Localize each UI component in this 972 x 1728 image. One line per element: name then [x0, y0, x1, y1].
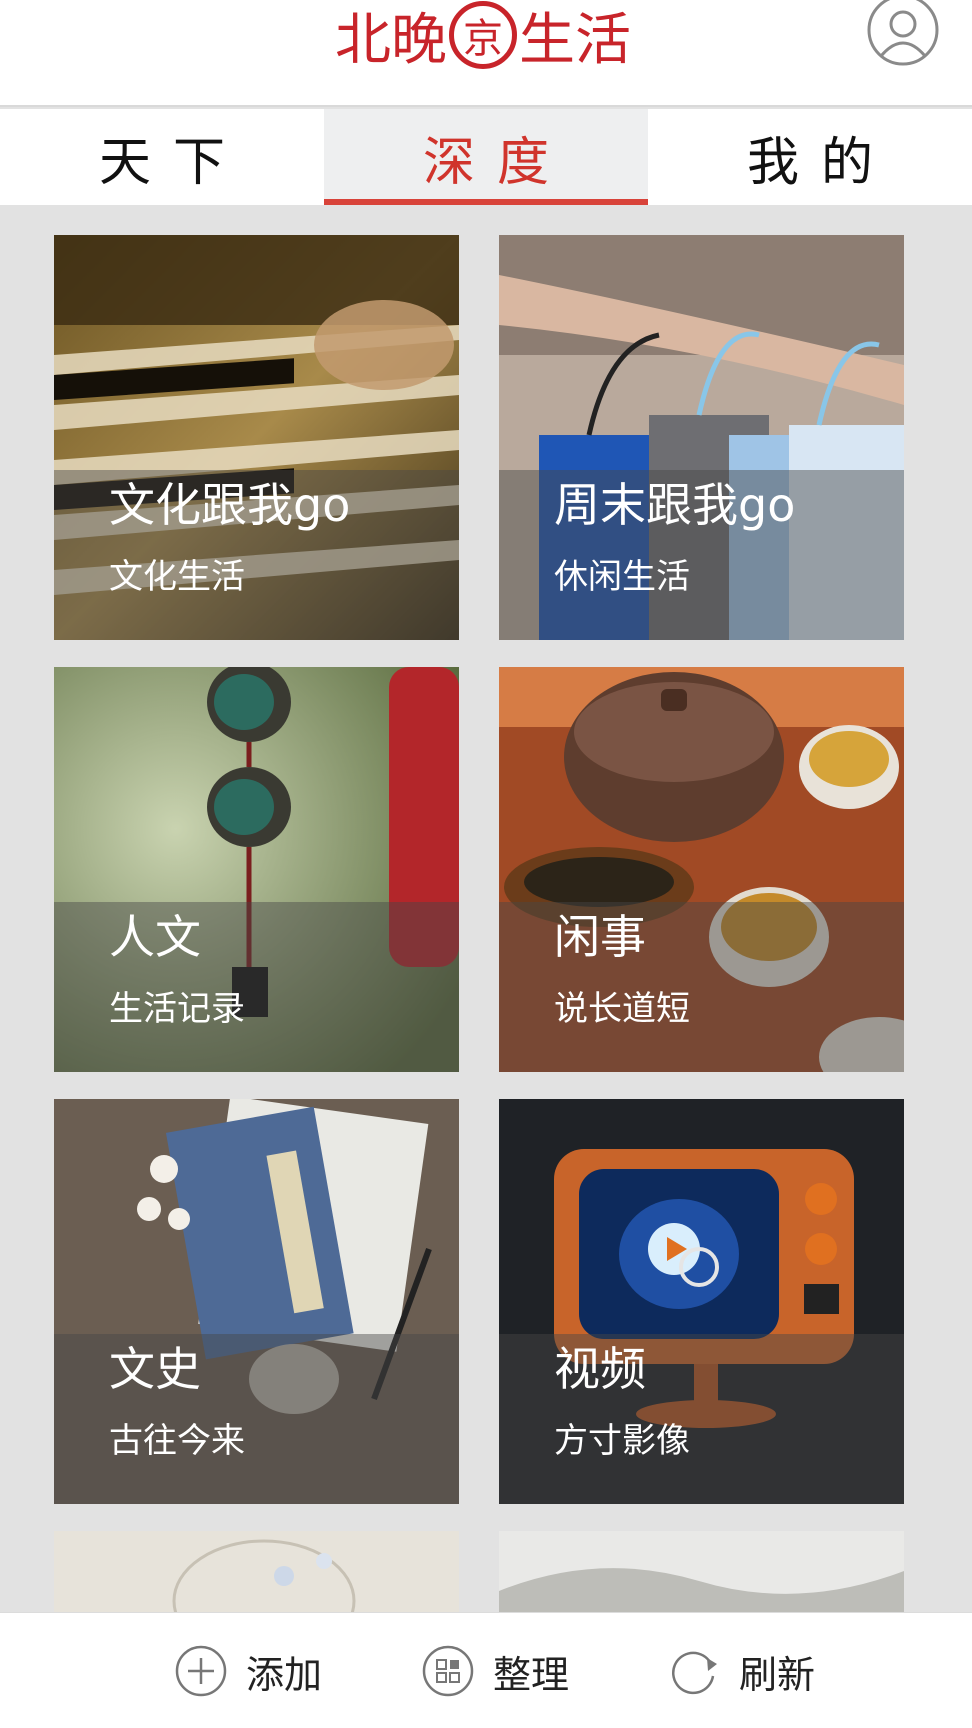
refresh-label: 刷新 — [739, 1652, 816, 1697]
organize-button[interactable]: 整理 — [421, 1643, 569, 1699]
channel-card-partial-right[interactable] — [499, 1531, 904, 1612]
logo-circled-char: 京 — [449, 1, 517, 69]
add-label: 添加 — [246, 1652, 323, 1697]
card-title: 闲事 — [554, 910, 646, 964]
card-subtitle: 古往今来 — [109, 1421, 245, 1461]
tab-shendu[interactable]: 深度 — [324, 109, 648, 205]
channel-card-video[interactable]: 视频 方寸影像 — [499, 1099, 904, 1504]
channel-card-chat[interactable]: 闲事 说长道短 — [499, 667, 904, 1072]
add-button[interactable]: 添加 — [174, 1643, 322, 1699]
tab-wode[interactable]: 我的 — [648, 109, 972, 205]
landscape-image — [499, 1531, 904, 1612]
card-subtitle: 文化生活 — [109, 557, 245, 597]
flower-vase-image — [54, 1531, 459, 1612]
bottom-toolbar: 添加 整理 刷新 — [0, 1612, 972, 1728]
card-title: 文化跟我go — [109, 478, 351, 532]
grid-circle-icon — [422, 1645, 474, 1697]
tab-tianxia[interactable]: 天下 — [0, 109, 324, 205]
refresh-icon — [671, 1651, 717, 1695]
plus-circle-icon — [175, 1645, 227, 1697]
card-title: 人文 — [109, 910, 201, 964]
channel-card-humanities[interactable]: 人文 生活记录 — [54, 667, 459, 1072]
card-subtitle: 生活记录 — [109, 989, 245, 1029]
app-logo: 北晚 京 生活 — [335, 0, 631, 73]
logo-text-after: 生活 — [519, 7, 631, 73]
top-tabs: 天下 深度 我的 — [0, 109, 972, 205]
card-subtitle: 方寸影像 — [554, 1421, 690, 1461]
channel-card-culture[interactable]: 文化跟我go 文化生活 — [54, 235, 459, 640]
refresh-button[interactable]: 刷新 — [667, 1643, 815, 1699]
channel-card-history[interactable]: 文史 古往今来 — [54, 1099, 459, 1504]
app-header: 北晚 京 生活 — [0, 0, 972, 107]
channel-grid: 文化跟我go 文化生活 周末跟我go 休闲生活 人文 生活记录 闲事 说长道短 … — [0, 205, 972, 1612]
card-title: 文史 — [109, 1342, 201, 1396]
card-subtitle: 休闲生活 — [554, 557, 690, 597]
organize-label: 整理 — [493, 1652, 570, 1697]
user-icon — [867, 0, 939, 66]
card-subtitle: 说长道短 — [554, 989, 690, 1029]
card-title: 视频 — [554, 1342, 646, 1396]
logo-text-before: 北晚 — [335, 7, 447, 73]
card-title: 周末跟我go — [554, 478, 796, 532]
channel-card-weekend[interactable]: 周末跟我go 休闲生活 — [499, 235, 904, 640]
channel-card-partial-left[interactable] — [54, 1531, 459, 1612]
profile-button[interactable] — [866, 0, 940, 70]
